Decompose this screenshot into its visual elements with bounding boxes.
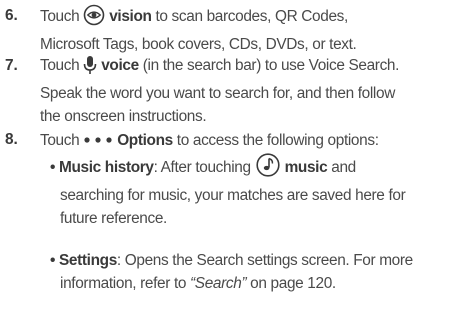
bullet-line: • Settings: Opens the Search settings sc… [50,249,470,272]
bullet-settings: • Settings: Opens the Search settings sc… [50,249,470,295]
step-line: the onscreen instructions. [40,108,207,125]
cross-reference-link[interactable]: “Search” [190,275,247,292]
options-dots-icon [83,128,113,151]
bullet-term: Music history [58,159,154,176]
step-number: 8. [5,131,18,148]
bullet-music-history: • Music history: After touching music an… [50,153,470,230]
microphone-icon [83,55,97,82]
bullet-line: • Music history: After touching music an… [50,153,470,184]
bullet-marker: • [50,252,56,269]
text-run: to access the following options: [172,132,379,149]
music-note-icon [255,153,281,184]
step-text: Touch vision to scan barcodes, QR Codes,… [40,4,470,56]
text-run: Touch [40,8,84,25]
text-run: to scan barcodes, QR Codes, [151,8,348,25]
bold-term: vision [109,8,152,25]
text-run: (in the search bar) to use Voice Search. [138,57,400,74]
step-line: Speak the word you want to search for, a… [40,85,395,102]
text-run: on page 120. [246,275,336,292]
bold-term: Options [117,132,173,149]
text-run: : Opens the Search settings screen. For … [116,252,413,269]
text-run: and [327,159,356,176]
step-line: Touch voice (in the search bar) to use V… [40,54,470,82]
text-run: : After touching [153,159,255,176]
bullet-line: searching for music, your matches are sa… [60,187,406,204]
text-run: information, refer to [60,275,191,292]
vision-eye-icon [83,4,105,33]
bullet-marker: • [50,159,56,176]
bullet-line: information, refer to “Search” on page 1… [50,272,470,295]
step-number: 6. [5,7,18,24]
step-line: Touch Options to access the following op… [40,128,470,152]
bold-term: voice [101,57,139,74]
bullet-line: future reference. [60,210,167,227]
step-text: Touch Options to access the following op… [40,128,470,152]
step-number: 7. [5,57,18,74]
bullet-term: Settings [58,252,117,269]
step-line: Microsoft Tags, book covers, CDs, DVDs, … [40,36,357,53]
step-line: Touch vision to scan barcodes, QR Codes, [40,4,470,33]
step-text: Touch voice (in the search bar) to use V… [40,54,470,128]
text-run: Touch [40,132,84,149]
manual-page: 6. Touch vision to scan barcodes, QR Cod… [0,0,472,332]
text-run: Touch [40,57,84,74]
bold-term: music [284,159,328,176]
